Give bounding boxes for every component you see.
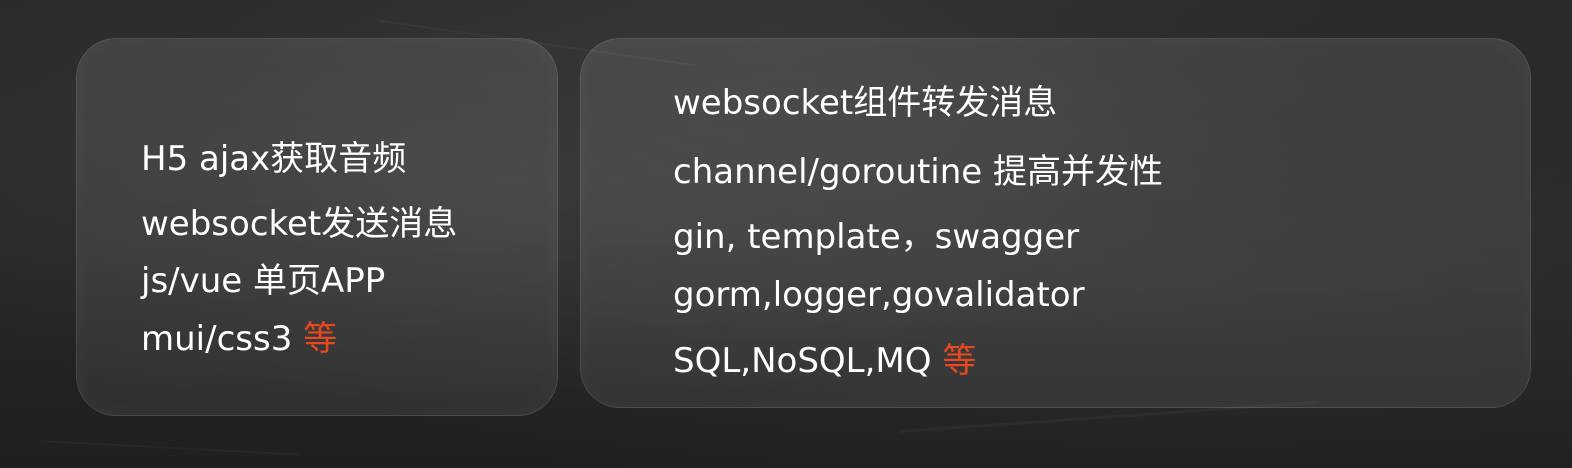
right-item-3: gin, template，swagger (673, 217, 1079, 257)
right-item-5: SQL,NoSQL,MQ 等 (673, 341, 976, 381)
left-item-4-accent: 等 (303, 319, 338, 359)
frontend-tech-panel: H5 ajax获取音频 websocket发送消息 js/vue 单页APP m… (76, 38, 558, 416)
left-item-1: H5 ajax获取音频 (141, 139, 406, 179)
left-item-1-text: H5 ajax获取音频 (141, 139, 407, 179)
backend-tech-panel: websocket组件转发消息 channel/goroutine 提高并发性 … (580, 38, 1531, 408)
left-item-2-text: websocket发送消息 (141, 204, 458, 244)
right-item-4: gorm,logger,govalidator (673, 275, 1085, 315)
right-item-1-text: websocket组件转发消息 (673, 83, 1058, 123)
left-item-4: mui/css3 等 (141, 319, 337, 359)
right-item-1: websocket组件转发消息 (673, 83, 1057, 123)
right-item-2-text: channel/goroutine 提高并发性 (673, 152, 1164, 192)
left-item-3-text: js/vue 单页APP (141, 261, 386, 301)
right-item-5-accent: 等 (942, 341, 977, 381)
chalk-streak (40, 440, 300, 456)
left-item-3: js/vue 单页APP (141, 261, 385, 301)
right-item-4-text: gorm,logger,govalidator (673, 275, 1085, 315)
left-item-2: websocket发送消息 (141, 204, 457, 244)
right-item-3-text: gin, template，swagger (673, 217, 1080, 257)
right-item-2: channel/goroutine 提高并发性 (673, 152, 1163, 192)
left-item-4-text: mui/css3 (141, 319, 304, 359)
right-item-5-text: SQL,NoSQL,MQ (673, 341, 943, 381)
